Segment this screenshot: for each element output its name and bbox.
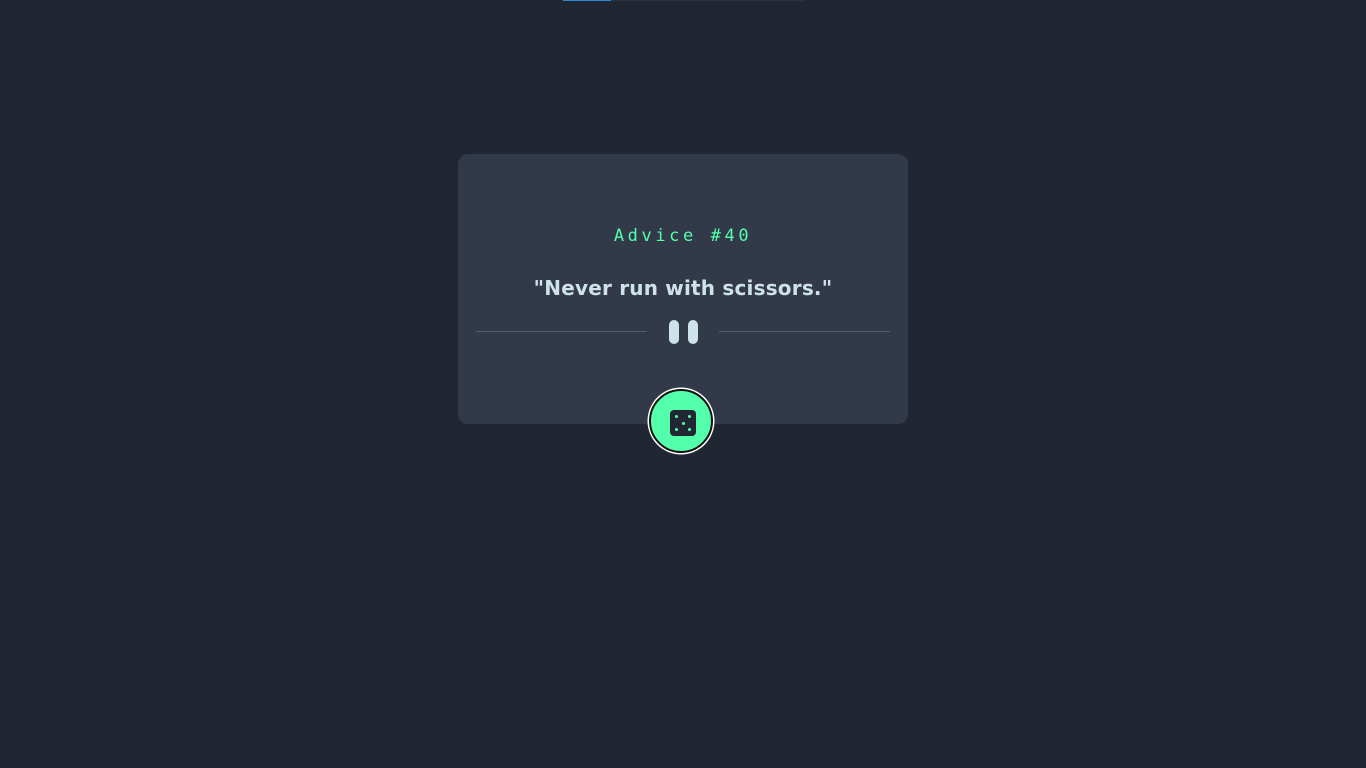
pause-bar-right xyxy=(688,320,698,344)
dice-pip xyxy=(675,415,678,418)
divider-line-left xyxy=(476,331,647,332)
advice-text: "Never run with scissors." xyxy=(533,276,833,300)
dice-pip xyxy=(681,421,685,425)
top-progress-fill xyxy=(563,0,612,1)
dice-icon xyxy=(670,410,696,436)
divider-line-right xyxy=(719,331,890,332)
pause-bar-left xyxy=(669,320,679,344)
divider xyxy=(476,320,890,344)
new-advice-button[interactable] xyxy=(649,389,713,453)
advice-number: Advice #40 xyxy=(613,226,753,246)
top-progress-bar xyxy=(563,0,805,1)
dice-pip xyxy=(675,428,678,431)
advice-card: Advice #40 "Never run with scissors." xyxy=(458,154,908,424)
dice-pip xyxy=(688,428,691,431)
pause-icon xyxy=(669,320,698,344)
dice-pip xyxy=(688,415,691,418)
